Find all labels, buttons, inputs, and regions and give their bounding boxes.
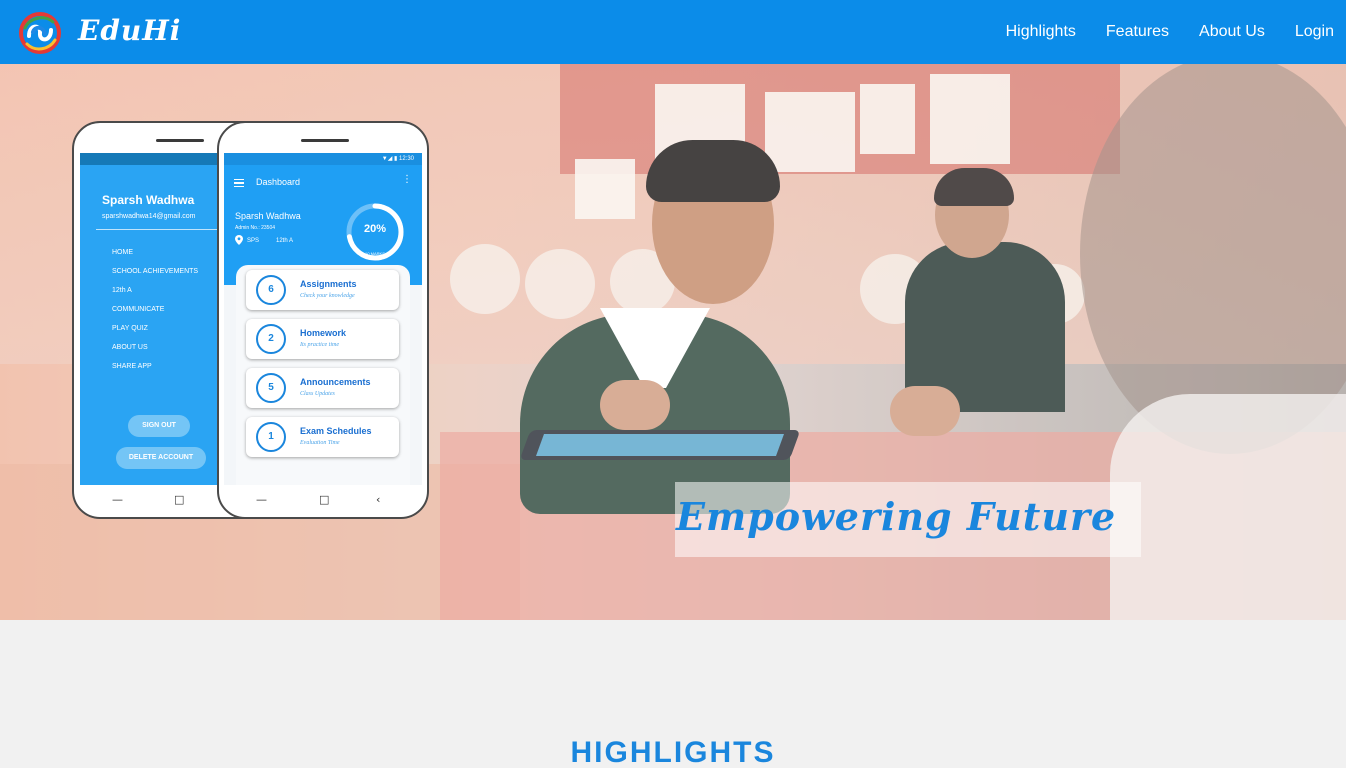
tile-subtitle: Check your knowledge: [300, 293, 355, 299]
tile-subtitle: Its practice time: [300, 342, 339, 348]
nav-links: Highlights Features About Us Login: [976, 0, 1334, 64]
tile-count: 1: [256, 422, 286, 452]
drawer-item-class[interactable]: 12th A: [112, 286, 198, 305]
more-vert-icon[interactable]: ⋮: [402, 175, 412, 185]
status-time: 12:30: [398, 156, 414, 162]
tile-count: 2: [256, 324, 286, 354]
drawer-item-play-quiz[interactable]: PLAY QUIZ: [112, 324, 198, 343]
android-nav-keys: — □ ‹: [219, 493, 427, 507]
nav-link-login[interactable]: Login: [1295, 23, 1334, 41]
drawer-item-communicate[interactable]: COMMUNICATE: [112, 305, 198, 324]
tile-title: Exam Schedules: [300, 426, 372, 436]
drawer-item-school-achievements[interactable]: SCHOOL ACHIEVEMENTS: [112, 267, 198, 286]
tile-homework[interactable]: 2 Homework Its practice time: [246, 319, 399, 359]
tile-count: 5: [256, 373, 286, 403]
tile-title: Assignments: [300, 279, 357, 289]
tile-exam-schedules[interactable]: 1 Exam Schedules Evaluation Time: [246, 417, 399, 457]
tile-subtitle: Class Updates: [300, 391, 335, 397]
drawer-user-email: sparshwadhwa14@gmail.com: [102, 213, 196, 220]
drawer-item-home[interactable]: HOME: [112, 248, 198, 267]
status-bar: ▼◢ ▮ 12:30: [224, 153, 422, 165]
tile-subtitle: Evaluation Time: [300, 440, 340, 446]
progress-percent: 20%: [363, 223, 387, 235]
hero-tagline: Empowering Future: [676, 494, 1117, 539]
highlights-heading: HIGHLIGHTS: [570, 736, 776, 768]
drawer-menu: HOME SCHOOL ACHIEVEMENTS 12th A COMMUNIC…: [112, 248, 198, 381]
phone-speaker: [301, 139, 349, 142]
dashboard-title: Dashboard: [256, 177, 301, 187]
delete-account-button[interactable]: DELETE ACCOUNT: [116, 447, 206, 469]
tile-announcements[interactable]: 5 Announcements Class Updates: [246, 368, 399, 408]
tile-count: 6: [256, 275, 286, 305]
signal-icon: ▼◢ ▮: [381, 156, 399, 162]
phone-speaker: [156, 139, 204, 142]
top-navbar: EduHi Highlights Features About Us Login: [0, 0, 1346, 64]
menu-icon[interactable]: [234, 179, 244, 187]
school-name: SPS: [247, 238, 260, 244]
admission-number: Admin No.: 23504: [235, 225, 276, 231]
nav-link-highlights[interactable]: Highlights: [1006, 23, 1076, 41]
profile-name: Sparsh Wadhwa: [235, 211, 301, 221]
sign-out-button[interactable]: SIGN OUT: [128, 415, 190, 437]
home-square-icon: □: [174, 493, 185, 506]
home-square-icon: □: [319, 493, 330, 506]
drawer-user-name: Sparsh Wadhwa: [102, 193, 195, 207]
nav-link-about-us[interactable]: About Us: [1199, 23, 1265, 41]
tile-assignments[interactable]: 6 Assignments Check your knowledge: [246, 270, 399, 310]
nav-link-features[interactable]: Features: [1106, 23, 1169, 41]
drawer-item-share-app[interactable]: SHARE APP: [112, 362, 198, 381]
progress-subtitle: 10 MARKS: [365, 251, 385, 256]
class-name: 12th A: [276, 238, 294, 244]
tile-title: Homework: [300, 328, 347, 338]
hero-banner: Sparsh Wadhwa sparshwadhwa14@gmail.com H…: [0, 64, 1346, 620]
back-icon: ‹: [376, 493, 381, 506]
drawer-item-about-us[interactable]: ABOUT US: [112, 343, 198, 362]
location-pin-icon: [235, 235, 243, 245]
dashboard-screen: ▼◢ ▮ 12:30 Dashboard ⋮ Sparsh Wadhwa Adm…: [224, 153, 422, 485]
tile-title: Announcements: [300, 377, 371, 387]
recent-apps-icon: —: [256, 493, 267, 506]
phone-mockup-dashboard: ▼◢ ▮ 12:30 Dashboard ⋮ Sparsh Wadhwa Adm…: [217, 121, 429, 519]
recent-apps-icon: —: [112, 493, 123, 506]
eduhi-logo[interactable]: [15, 8, 65, 58]
brand-name[interactable]: EduHi: [78, 14, 181, 47]
